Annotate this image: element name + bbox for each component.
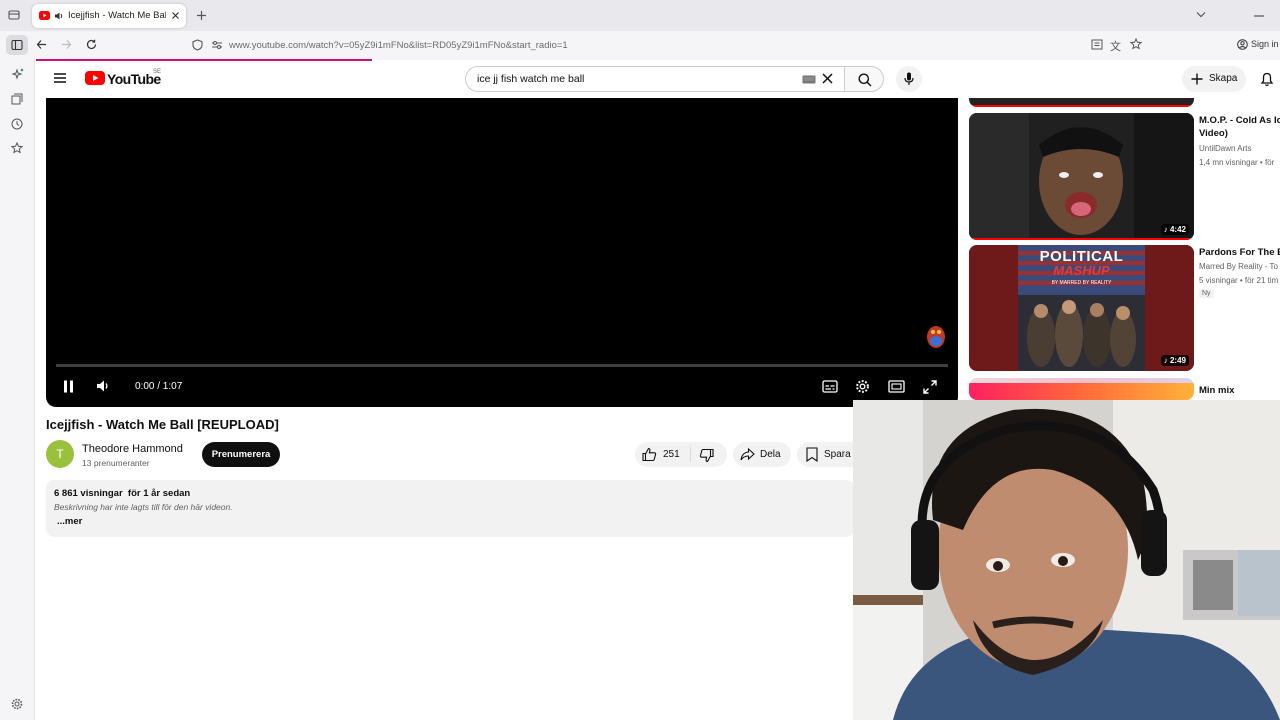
sidebar-toggle-icon[interactable] <box>6 35 28 55</box>
ai-sparkle-icon[interactable] <box>11 68 24 81</box>
fullscreen-icon[interactable] <box>923 380 937 394</box>
thumbs-up-icon <box>642 447 657 462</box>
share-arrow-icon <box>740 448 755 461</box>
tab-title: Icejjfish - Watch Me Ball [R <box>68 10 166 21</box>
recommendation-channel[interactable]: Marred By Reality - To <box>1199 262 1278 271</box>
reload-icon[interactable] <box>86 39 97 50</box>
webcam-image <box>853 400 1280 720</box>
plus-icon <box>1191 73 1203 85</box>
settings-gear-player-icon[interactable] <box>855 379 870 394</box>
translate-icon[interactable]: 文 <box>1110 38 1121 54</box>
new-badge: Ny <box>1199 289 1214 298</box>
save-bookmark-icon <box>806 447 818 462</box>
duration-badge: ♪ 4:42 <box>1160 224 1189 235</box>
duration-text: 4:42 <box>1169 225 1186 234</box>
recommendation-meta: 5 visningar • för 21 tim <box>1199 276 1279 285</box>
collections-icon[interactable] <box>11 93 23 105</box>
sign-in-label: Sign in <box>1251 39 1279 49</box>
video-player[interactable] <box>46 98 958 407</box>
forward-icon[interactable] <box>61 39 72 50</box>
search-icon <box>858 73 872 87</box>
search-query[interactable]: ice jj fish watch me ball <box>477 73 584 85</box>
volume-icon[interactable] <box>96 379 110 393</box>
search-button[interactable] <box>844 66 884 92</box>
new-tab-icon[interactable] <box>196 10 207 21</box>
create-button[interactable]: Skapa <box>1182 66 1246 92</box>
description-text: Beskrivning har inte lagts till för den … <box>54 502 233 512</box>
settings-gear-icon[interactable] <box>11 698 23 710</box>
bookmarks-icon[interactable] <box>11 142 23 154</box>
account-icon <box>1237 39 1248 50</box>
browser-tab-bar <box>0 0 1280 31</box>
recommendation-title[interactable]: Pardons For The E <box>1199 246 1280 259</box>
recommendation-channel[interactable]: UntilDawn Arts <box>1199 144 1251 153</box>
bookmark-star-icon[interactable] <box>1130 38 1142 50</box>
voice-search-button[interactable] <box>896 66 922 92</box>
channel-avatar[interactable]: T <box>46 440 74 468</box>
thumbs-down-icon[interactable] <box>699 448 714 463</box>
country-code: SE <box>153 69 162 75</box>
theater-mode-icon[interactable] <box>888 380 905 393</box>
recommendation-title[interactable]: Min mix <box>1199 384 1234 397</box>
thumbnail-image <box>969 113 1194 240</box>
site-permissions-icon[interactable] <box>211 40 223 50</box>
menu-hamburger-icon[interactable] <box>53 72 67 84</box>
notifications-bell-icon[interactable] <box>1260 71 1274 87</box>
sign-in-button[interactable]: Sign in <box>1235 37 1280 53</box>
duration-text: 2:49 <box>1169 356 1186 365</box>
video-progress-bar[interactable] <box>56 364 948 367</box>
recommendation-meta: 1,4 mn visningar • för <box>1199 158 1275 167</box>
tab-overflow-chevron-icon[interactable] <box>1196 11 1206 18</box>
recommendation-thumbnail-0[interactable] <box>969 98 1194 107</box>
recommendation-title[interactable]: M.O.P. - Cold As Ic <box>1199 114 1280 127</box>
reader-view-icon[interactable] <box>1091 39 1103 50</box>
video-time: 0:00 / 1:07 <box>135 381 183 392</box>
youtube-favicon-icon <box>39 11 50 20</box>
recommendation-thumbnail-2[interactable]: POLITICAL MASHUP BY MARRED BY REALITY ♪ … <box>969 245 1194 371</box>
recommendation-thumbnail-1[interactable]: ♪ 4:42 <box>969 113 1194 240</box>
duration-badge: ♪ 2:49 <box>1160 355 1189 366</box>
create-label: Skapa <box>1209 73 1238 84</box>
history-icon[interactable] <box>11 118 23 130</box>
url-field[interactable]: www.youtube.com/watch?v=05yZ9i1mFNo&list… <box>229 40 568 51</box>
recommendation-title-line2[interactable]: Video) <box>1199 127 1228 140</box>
video-title: Icejjfish - Watch Me Ball [REUPLOAD] <box>46 417 279 432</box>
show-more-link[interactable]: ...mer <box>57 516 82 527</box>
youtube-logo-icon[interactable] <box>85 71 105 85</box>
page-load-progress <box>36 59 372 61</box>
webcam-overlay <box>853 400 1280 720</box>
microphone-icon <box>904 72 914 85</box>
subscribe-button[interactable]: Prenumerera <box>202 442 280 467</box>
save-label: Spara <box>824 449 851 460</box>
subscriber-count: 13 prenumeranter <box>82 458 150 468</box>
subtitles-icon[interactable] <box>822 380 838 393</box>
browser-sidebar <box>0 60 35 720</box>
thumbnail-subtitle-text: MASHUP <box>1053 263 1110 278</box>
pause-icon[interactable] <box>63 380 74 393</box>
tab-list-icon[interactable] <box>8 9 20 21</box>
keyboard-icon[interactable] <box>802 75 816 84</box>
back-icon[interactable] <box>36 39 47 50</box>
channel-watermark-icon[interactable] <box>924 322 948 350</box>
view-count-date: 6 861 visningar för 1 år sedan <box>54 488 191 499</box>
like-divider <box>690 447 691 462</box>
channel-name-link[interactable]: Theodore Hammond <box>82 443 183 455</box>
share-label: Dela <box>760 449 781 460</box>
minimize-window-icon[interactable] <box>1254 15 1264 17</box>
browser-tab-active[interactable]: Icejjfish - Watch Me Ball [R <box>32 4 186 28</box>
speaker-icon[interactable] <box>54 11 64 21</box>
recommendation-thumbnail-3[interactable] <box>969 378 1194 400</box>
thumbnail-byline-text: BY MARRED BY REALITY <box>1051 280 1112 286</box>
close-tab-icon[interactable] <box>171 11 180 20</box>
clear-search-icon[interactable] <box>822 73 833 84</box>
like-count: 251 <box>663 449 680 460</box>
site-security-icon[interactable] <box>192 39 203 51</box>
